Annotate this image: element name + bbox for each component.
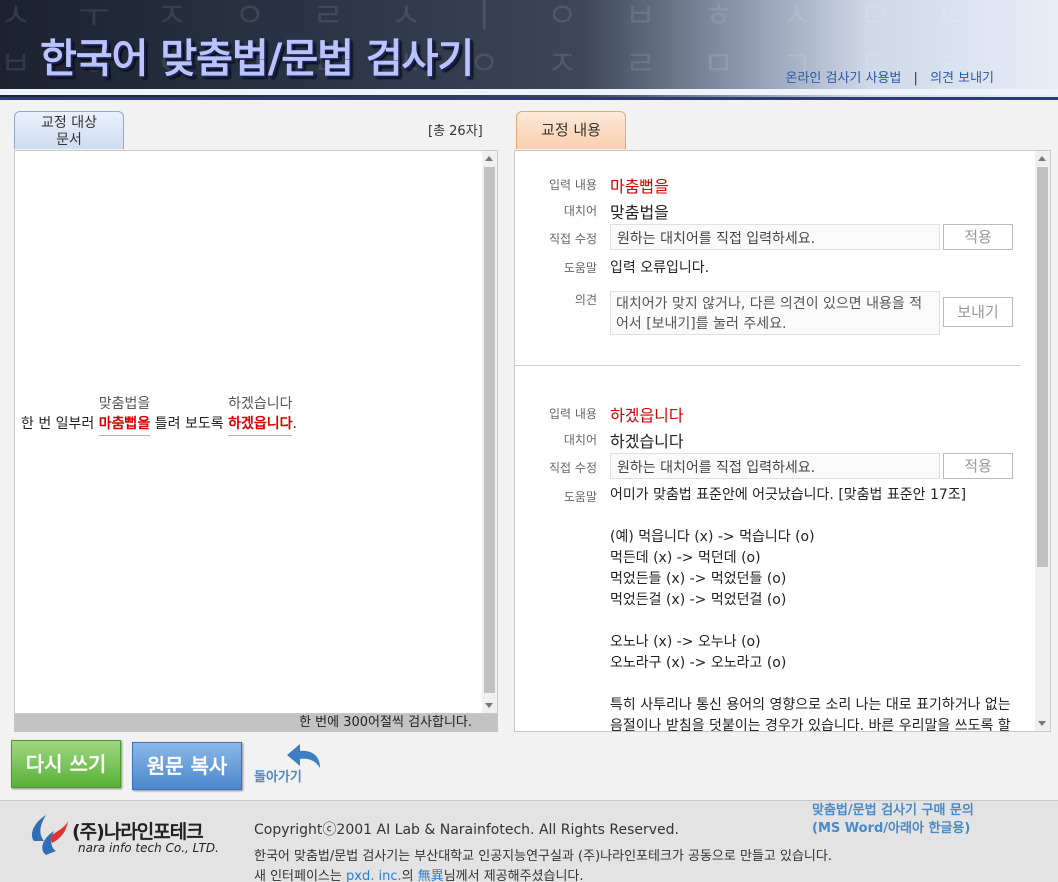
send-button[interactable]: 보내기: [943, 297, 1013, 327]
usage-guide-link[interactable]: 온라인 검사기 사용법: [785, 71, 901, 86]
replacement-value[interactable]: 하겠습니다: [610, 428, 684, 452]
wrong-word-2: 하겠읍니다: [228, 416, 293, 432]
apply-button[interactable]: 적용: [943, 453, 1013, 479]
char-count: [총 26자]: [428, 124, 483, 139]
replacement-label: 대치어: [563, 433, 597, 447]
scroll-up-icon[interactable]: [1038, 156, 1046, 161]
purchase-line-1: 맞춤법/문법 검사기 구매 문의: [812, 803, 974, 818]
replacement-value[interactable]: 맞춤법을: [610, 199, 669, 223]
apply-button[interactable]: 적용: [943, 224, 1013, 250]
direct-edit-label: 직접 수정: [549, 232, 597, 246]
correction-result-panel: 입력 내용 마춤뻡을 대치어 맞춤법을 직접 수정 원하는 대치어를 직접 입력…: [514, 150, 1051, 732]
tab-source-label-line2: 문서: [56, 132, 82, 148]
credit-prefix: 새 인터페이스는: [254, 869, 346, 882]
help-line: 먹었든들 (x) -> 먹었던들 (o): [610, 571, 787, 587]
help-line: [610, 611, 1011, 632]
help-line: [610, 506, 1011, 527]
header-links: 온라인 검사기 사용법 | 의견 보내기: [785, 67, 994, 86]
help-label: 도움말: [563, 261, 597, 275]
scroll-thumb[interactable]: [1037, 167, 1048, 567]
copy-original-button[interactable]: 원문 복사: [132, 742, 242, 790]
purchase-inquiry-link[interactable]: 맞춤법/문법 검사기 구매 문의 (MS Word/아래아 한글용): [812, 802, 974, 838]
direct-edit-input[interactable]: 원하는 대치어를 직접 입력하세요.: [610, 453, 940, 479]
tab-source-document[interactable]: 교정 대상 문서: [14, 111, 124, 149]
direct-edit-label: 직접 수정: [549, 461, 597, 475]
tab-correction-result[interactable]: 교정 내용: [516, 111, 626, 149]
purchase-line-2: (MS Word/아래아 한글용): [812, 821, 971, 836]
replacement-label: 대치어: [563, 204, 597, 218]
help-line: 오노나 (x) -> 오누나 (o): [610, 634, 761, 650]
word-limit-note: 한 번에 300어절씩 검사합니다.: [14, 714, 498, 732]
entry-divider: [515, 365, 1020, 366]
scroll-down-icon[interactable]: [1038, 721, 1046, 726]
header-link-separator: |: [913, 71, 918, 86]
direct-edit-input[interactable]: 원하는 대치어를 직접 입력하세요.: [610, 224, 940, 250]
opinion-textarea[interactable]: 대치어가 맞지 않거나, 다른 의견이 있으면 내용을 적어서 [보내기]를 눌…: [610, 291, 940, 335]
rewrite-button[interactable]: 다시 쓰기: [11, 740, 121, 788]
send-feedback-link[interactable]: 의견 보내기: [930, 71, 994, 86]
help-line: 먹었든걸 (x) -> 먹었던걸 (o): [610, 592, 787, 608]
app-title: 한국어 맞춤법/문법 검사기: [40, 36, 474, 82]
help-line: 먹든데 (x) -> 먹던데 (o): [610, 550, 761, 566]
pxd-link[interactable]: pxd. inc.: [346, 869, 402, 882]
help-line: (예) 먹읍니다 (x) -> 먹습니다 (o): [610, 529, 815, 545]
source-text-part: .: [292, 416, 297, 432]
wrong-word-1: 마춤뻡을: [98, 416, 151, 432]
copyright-text: Copyrightⓒ2001 AI Lab & Narainfotech. Al…: [254, 822, 679, 838]
source-scrollbar[interactable]: [482, 151, 497, 713]
source-document[interactable]: 한 번 일부러 맞춤법을마춤뻡을 틀려 보도록 하겠습니다하겠읍니다.: [14, 150, 498, 714]
suggestion-word-1: 맞춤법을: [98, 396, 151, 412]
error-word-1[interactable]: 맞춤법을마춤뻡을: [98, 396, 151, 436]
scroll-down-icon[interactable]: [485, 703, 493, 708]
source-text-line: 한 번 일부러 맞춤법을마춤뻡을 틀려 보도록 하겠습니다하겠읍니다.: [21, 396, 297, 436]
footer: (주)나라인포테크 nara info tech Co., LTD. Copyr…: [0, 800, 1058, 882]
opinion-label: 의견: [574, 293, 597, 307]
scroll-thumb[interactable]: [484, 167, 495, 693]
help-line: 어미가 맞춤법 표준안에 어긋났습니다. [맞춤법 표준안 17조]: [610, 487, 967, 503]
input-label: 입력 내용: [549, 407, 597, 421]
suggestion-word-2: 하겠습니다: [228, 396, 293, 412]
back-button[interactable]: 돌아가기: [254, 742, 328, 786]
source-text-part: 한 번 일부러: [21, 416, 99, 432]
help-text: 어미가 맞춤법 표준안에 어긋났습니다. [맞춤법 표준안 17조] (예) 먹…: [610, 485, 1011, 732]
help-line: 음절이나 받침을 덧붙이는 경우가 있습니다. 바른 우리말을 쓰도록 할: [610, 718, 1011, 732]
scroll-up-icon[interactable]: [485, 156, 493, 161]
tab-source-label-line1: 교정 대상: [41, 115, 97, 131]
help-line: 입력 오류입니다.: [610, 260, 710, 276]
designer-link[interactable]: 無異: [418, 869, 444, 882]
nara-logo-icon: [31, 815, 68, 855]
input-value: 마춤뻡을: [610, 177, 669, 196]
company-name: (주)나라인포테크: [72, 821, 204, 843]
result-scrollbar[interactable]: [1035, 151, 1050, 731]
source-text-part: 틀려 보도록: [150, 416, 229, 432]
input-value: 하겠읍니다: [610, 406, 684, 425]
header-banner: ㅅ ㅜ ㅈ ㅇ ㄹ ㅅ ㅣ ㅇ ㅂ ㅎ ㅅ ㅁ ㄴㅂ ㅎ ㅇ ㅂ ㄴ ㅅ ㅇ ㅈ…: [0, 0, 1058, 100]
input-label: 입력 내용: [549, 178, 597, 192]
company-logo: (주)나라인포테크 nara info tech Co., LTD.: [24, 811, 234, 861]
credit-suffix: 님께서 제공해주셨습니다.: [443, 869, 584, 882]
help-line: 오노라구 (x) -> 오노라고 (o): [610, 655, 787, 671]
help-label: 도움말: [563, 490, 597, 504]
error-word-2[interactable]: 하겠습니다하겠읍니다: [228, 396, 293, 436]
help-text: 입력 오류입니다.: [610, 258, 709, 279]
header-underline: [0, 89, 1058, 95]
credit-mid: 의: [401, 869, 418, 882]
company-name-en: nara info tech Co., LTD.: [78, 841, 219, 855]
interface-credit: 새 인터페이스는 pxd. inc.의 無異님께서 제공해주셨습니다.: [254, 865, 584, 882]
back-button-label: 돌아가기: [254, 770, 302, 785]
help-line: [610, 674, 1011, 695]
credit-text: 한국어 맞춤법/문법 검사기는 부산대학교 인공지능연구실과 (주)나라인포테크…: [254, 849, 832, 864]
help-line: 특히 사투리나 통신 용어의 영향으로 소리 나는 대로 표기하거나 없는: [610, 697, 1011, 713]
